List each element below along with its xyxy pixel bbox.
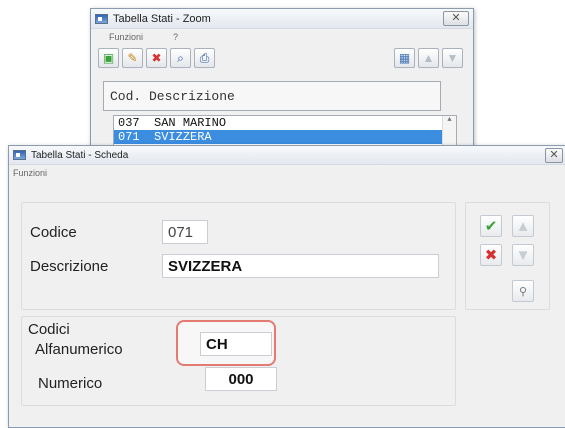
binoculars-icon[interactable]: ⚲ [512, 280, 534, 302]
menu-funzioni[interactable]: Funzioni [109, 32, 143, 42]
codice-label: Codice [30, 224, 77, 241]
delete-icon[interactable]: ✖ [146, 48, 167, 68]
scheda-titlebar: Tabella Stati - Scheda ✕ [9, 146, 565, 165]
next-record-icon[interactable]: ▼ [512, 244, 534, 266]
print-icon[interactable]: ⎙ [194, 48, 215, 68]
confirm-button[interactable]: ✔ [480, 215, 502, 237]
menu-funzioni[interactable]: Funzioni [13, 168, 47, 178]
numerico-label: Numerico [38, 375, 103, 392]
codice-field[interactable]: 071 [162, 220, 208, 244]
menu-help[interactable]: ? [173, 32, 178, 42]
new-icon[interactable]: ▣ [98, 48, 119, 68]
zoom-close-button[interactable]: ✕ [443, 11, 469, 26]
row-code: 037 [118, 116, 140, 130]
row-code: 071 [118, 130, 140, 144]
row-desc: SAN MARINO [154, 116, 227, 130]
zoom-toolbar: ▣ ✎ ✖ ⌕ ⎙ ▦ ▲ ▼ [91, 45, 473, 71]
arrow-down-icon[interactable]: ▼ [442, 48, 463, 68]
scheda-menubar: Funzioni [9, 165, 565, 181]
scheda-close-button[interactable]: ✕ [545, 147, 563, 163]
edit-icon[interactable]: ✎ [122, 48, 143, 68]
zoom-window-title: Tabella Stati - Zoom [113, 12, 211, 25]
main-panel: Codice 071 Descrizione SVIZZERA [21, 202, 456, 310]
codici-label: Codici [28, 321, 70, 338]
alfanumerico-field[interactable]: CH [200, 332, 272, 356]
list-item[interactable]: 037 SAN MARINO [114, 116, 456, 130]
zoom-titlebar: Tabella Stati - Zoom ✕ [91, 9, 473, 29]
previous-record-icon[interactable]: ▲ [512, 215, 534, 237]
zoom-menubar: Funzioni ? [91, 29, 473, 45]
grid-view-icon[interactable]: ▦ [394, 48, 415, 68]
descrizione-field[interactable]: SVIZZERA [162, 254, 439, 278]
scheda-window: Tabella Stati - Scheda ✕ Funzioni Codice… [8, 145, 565, 428]
list-item-selected[interactable]: 071 SVIZZERA [114, 130, 456, 144]
scheda-window-title: Tabella Stati - Scheda [31, 149, 129, 161]
numerico-field[interactable]: 000 [205, 367, 277, 391]
alfanumerico-label: Alfanumerico [35, 341, 123, 358]
zoom-column-header: Cod. Descrizione [103, 81, 441, 111]
action-panel: ✔ ✖ ▲ ▼ ⚲ [465, 202, 550, 310]
zoom-window: Tabella Stati - Zoom ✕ Funzioni ? ▣ ✎ ✖ … [90, 8, 474, 168]
descrizione-label: Descrizione [30, 258, 109, 275]
search-icon[interactable]: ⌕ [170, 48, 191, 68]
arrow-up-icon[interactable]: ▲ [418, 48, 439, 68]
app-icon [95, 13, 108, 24]
row-desc: SVIZZERA [154, 130, 212, 144]
cancel-button[interactable]: ✖ [480, 244, 502, 266]
app-icon [13, 150, 26, 160]
